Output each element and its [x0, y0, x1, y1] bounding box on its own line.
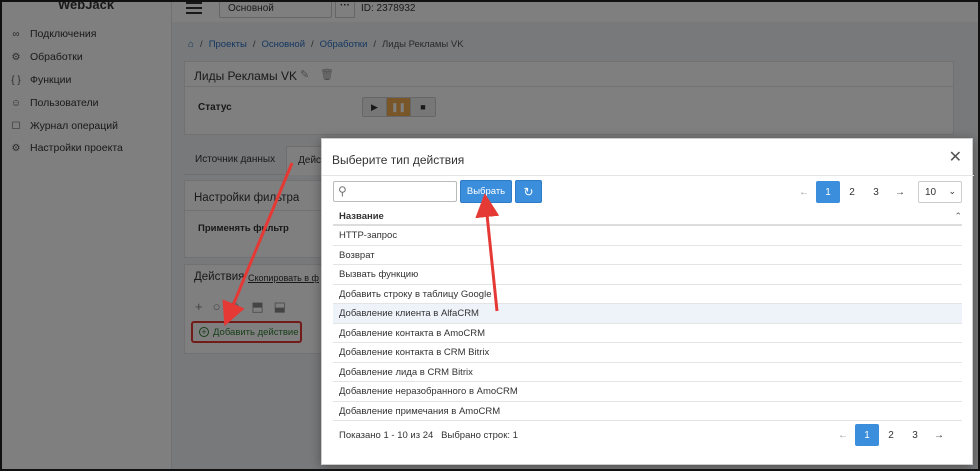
sort-icon[interactable]: ⌃ [954, 211, 962, 222]
table-footer-info: Показано 1 - 10 из 24 Выбрано строк: 1 [339, 430, 518, 441]
sidebar-item-label: Настройки проекта [30, 142, 123, 154]
breadcrumb-separator: / [200, 39, 203, 50]
copy-link[interactable]: Скопировать в ф [248, 273, 319, 283]
menu-icon[interactable] [186, 2, 202, 17]
table-row[interactable]: Возврат [333, 246, 962, 265]
breadcrumb-projects[interactable]: Проекты [209, 39, 247, 50]
apply-filter-label: Применять фильтр [198, 223, 289, 234]
modal-title: Выберите тип действия [332, 153, 465, 167]
table-row[interactable]: Добавление контакта в CRM Bitrix [333, 343, 962, 363]
tab-data-source[interactable]: Источник данных [184, 146, 287, 175]
play-icon[interactable]: ▶ [363, 98, 387, 116]
page-3-button[interactable]: 3 [903, 424, 927, 446]
move-down-icon[interactable]: ⬓ [274, 299, 286, 315]
column-header-name[interactable]: Название ⌃ [333, 207, 962, 226]
breadcrumb-separator: / [373, 39, 377, 50]
add-icon[interactable]: + [195, 299, 203, 315]
breadcrumb-main[interactable]: Основной [261, 39, 305, 50]
sidebar-item-label: Подключения [30, 28, 97, 40]
pagination-top: ← 1 2 3 → [792, 181, 912, 203]
page-2-button[interactable]: 2 [879, 424, 903, 446]
select-button[interactable]: Выбрать [460, 180, 512, 203]
sidebar-item-processing[interactable]: ⚙ Обработки [10, 51, 83, 63]
project-select[interactable]: Основной [219, 0, 332, 18]
sidebar-item-label: Функции [30, 74, 72, 86]
square-icon: ☐ [11, 120, 21, 132]
breadcrumb-current: Лиды Рекламы VK [382, 39, 464, 50]
braces-icon: { } [11, 74, 21, 86]
table-row[interactable]: HTTP-запрос [333, 226, 962, 246]
table-row[interactable]: Добавление неразобранного в AmoCRM [333, 382, 962, 402]
chevron-down-icon: ⌄ [948, 186, 956, 196]
project-menu-button[interactable]: ··· [335, 0, 355, 18]
breadcrumb-processing[interactable]: Обработки [320, 39, 368, 50]
refresh-icon[interactable]: ↻ [515, 180, 542, 203]
edit-icon[interactable]: ✎ [230, 299, 241, 315]
plus-circle-icon: + [199, 327, 209, 337]
search-input[interactable] [352, 184, 454, 199]
gear-icon: ⚙ [11, 51, 21, 63]
move-up-icon[interactable]: ⬒ [251, 299, 263, 315]
pagination-bottom: ← 1 2 3 → [831, 424, 951, 446]
page-3-button[interactable]: 3 [864, 181, 888, 203]
table-row[interactable]: Добавление лида в CRM Bitrix [333, 363, 962, 382]
sidebar-item-label: Обработки [30, 51, 83, 63]
stop-icon[interactable]: ■ [411, 98, 435, 116]
sidebar: WebJack ∞ Подключения ⚙ Обработки { } Фу… [0, 0, 172, 471]
sidebar-item-connections[interactable]: ∞ Подключения [10, 28, 96, 40]
next-page-button[interactable]: → [888, 181, 912, 203]
table-row[interactable]: Вызвать функцию [333, 265, 962, 285]
next-page-button[interactable]: → [927, 424, 951, 446]
search-icon: ⚲ [338, 184, 347, 198]
sidebar-item-users[interactable]: ☺ Пользователи [10, 97, 99, 109]
status-label: Статус [198, 102, 232, 113]
sidebar-item-label: Журнал операций [30, 120, 119, 132]
link-icon: ∞ [12, 28, 20, 40]
pause-icon[interactable]: ❚❚ [387, 98, 411, 116]
prev-page-button[interactable]: ← [792, 181, 816, 203]
sidebar-item-label: Пользователи [30, 97, 99, 109]
column-header-label: Название [339, 211, 384, 222]
select-action-modal: Выберите тип действия ✕ ⚲ Выбрать ↻ ← 1 … [321, 138, 974, 465]
search-icon[interactable]: ○ [213, 299, 221, 315]
page-size-value: 10 [925, 187, 937, 198]
user-icon: ☺ [10, 97, 22, 109]
table-row-selected[interactable]: Добавление клиента в AlfaCRM [333, 304, 962, 324]
actions-toolbar: + ○ ✎ ⬒ ⬓ [195, 299, 286, 315]
edit-icon[interactable]: ✎ [300, 68, 309, 81]
tabs: Источник данных Действ [184, 146, 343, 175]
status-controls: ▶ ❚❚ ■ [362, 97, 436, 117]
breadcrumb-separator: / [311, 39, 314, 50]
home-icon[interactable]: ⌂ [188, 39, 194, 50]
breadcrumb-separator: / [252, 39, 256, 50]
page-size-select[interactable]: 10 ⌄ [918, 181, 962, 203]
table-row[interactable]: Добавление примечания в AmoCRM [333, 402, 962, 421]
close-icon[interactable]: ✕ [949, 147, 962, 167]
page-1-button[interactable]: 1 [855, 424, 879, 446]
sidebar-item-project-settings[interactable]: ⚙ Настройки проекта [10, 142, 123, 154]
breadcrumb: ⌂ / Проекты / Основной / Обработки / Лид… [188, 39, 464, 50]
add-action-label: Добавить действие [213, 326, 299, 338]
table-row[interactable]: Добавить строку в таблицу Google [333, 285, 962, 304]
page-title: Лиды Рекламы VK [194, 69, 297, 83]
action-types-table: Название ⌃ HTTP-запрос Возврат Вызвать ф… [333, 207, 962, 421]
search-field[interactable]: ⚲ [333, 181, 457, 202]
page-1-button[interactable]: 1 [816, 181, 840, 203]
filter-title: Настройки фильтра [194, 192, 300, 204]
project-id: ID: 2378932 [361, 3, 416, 14]
brand-logo: WebJack [58, 0, 115, 12]
sidebar-item-journal[interactable]: ☐ Журнал операций [10, 120, 119, 132]
gear-icon: ⚙ [11, 142, 21, 154]
add-action-button[interactable]: + Добавить действие [191, 321, 302, 343]
table-row[interactable]: Добавление контакта в AmoCRM [333, 324, 962, 343]
prev-page-button[interactable]: ← [831, 424, 855, 446]
trash-icon[interactable]: 🗑 [320, 68, 334, 81]
sidebar-item-functions[interactable]: { } Функции [10, 74, 71, 86]
page-2-button[interactable]: 2 [840, 181, 864, 203]
actions-title: Действия [194, 271, 245, 283]
